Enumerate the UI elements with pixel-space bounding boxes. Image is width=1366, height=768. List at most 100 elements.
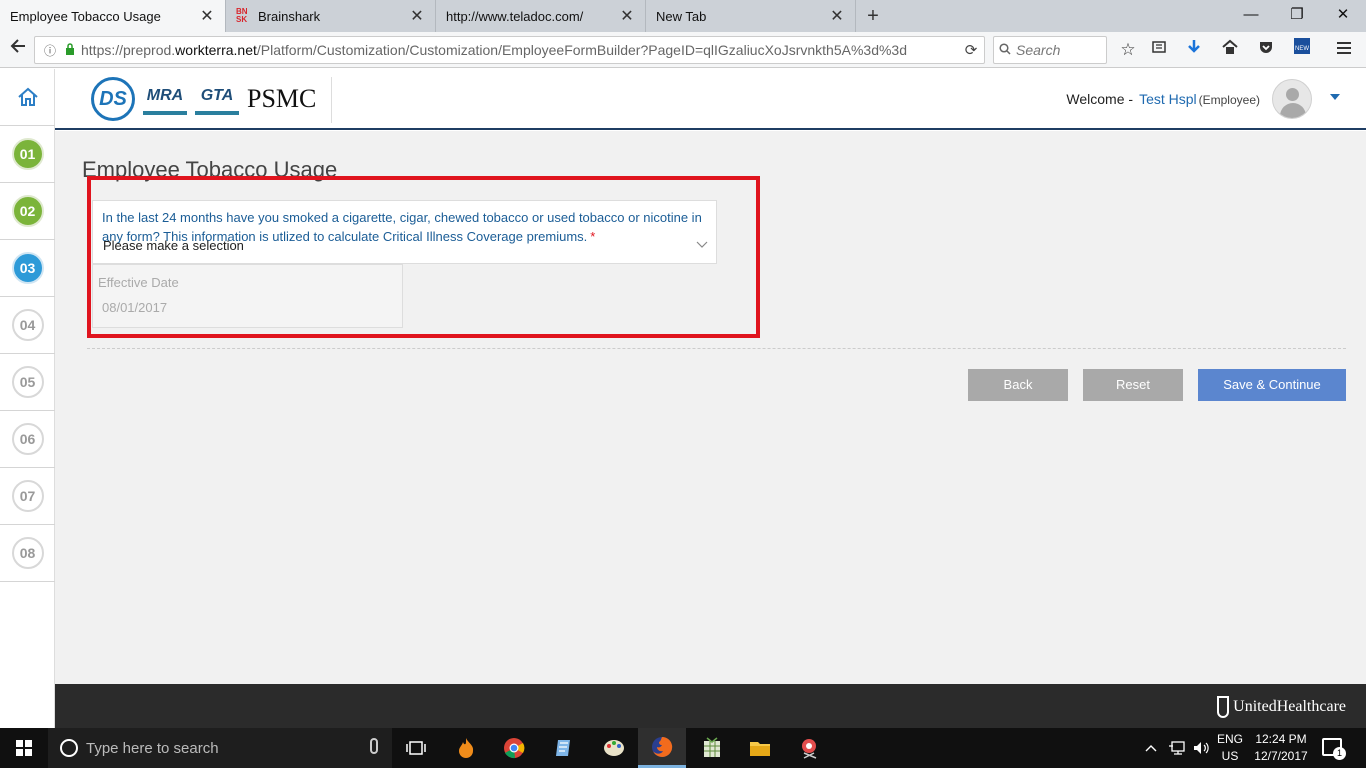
restore-icon[interactable]: ❐ bbox=[1274, 0, 1320, 32]
step-circle: 04 bbox=[11, 309, 44, 341]
step-07[interactable]: 07 bbox=[0, 468, 55, 525]
file-explorer-icon[interactable] bbox=[736, 728, 784, 768]
chevron-down-icon[interactable] bbox=[1330, 94, 1340, 100]
taskbar-search-placeholder: Type here to search bbox=[86, 739, 219, 757]
company-logo: DS MRA GTA PSMC bbox=[91, 75, 316, 123]
back-button[interactable]: Back bbox=[968, 369, 1068, 401]
step-02[interactable]: 02 bbox=[0, 183, 55, 240]
reset-button[interactable]: Reset bbox=[1083, 369, 1183, 401]
home-icon bbox=[17, 87, 38, 106]
close-icon[interactable]: ✕ bbox=[829, 6, 845, 26]
tab-new-tab[interactable]: New Tab ✕ bbox=[646, 0, 856, 32]
minimize-icon[interactable]: — bbox=[1228, 0, 1274, 32]
back-icon[interactable] bbox=[4, 36, 32, 64]
language-code: ENG bbox=[1216, 732, 1243, 746]
search-icon bbox=[994, 42, 1016, 58]
step-05[interactable]: 05 bbox=[0, 354, 55, 411]
url-prefix: https://preprod. bbox=[81, 42, 176, 58]
reader-icon[interactable] bbox=[1145, 36, 1173, 64]
volume-icon[interactable] bbox=[1192, 728, 1210, 768]
download-icon[interactable] bbox=[1180, 36, 1208, 64]
home-button[interactable] bbox=[0, 69, 55, 126]
svg-text:NEW: NEW bbox=[1295, 46, 1309, 52]
step-04[interactable]: 04 bbox=[0, 297, 55, 354]
microphone-icon[interactable] bbox=[370, 738, 378, 754]
step-rail: 01 02 03 04 05 06 07 08 bbox=[0, 69, 55, 728]
close-icon[interactable]: ✕ bbox=[199, 6, 215, 26]
star-icon[interactable]: ☆ bbox=[1114, 36, 1142, 64]
step-circle: 01 bbox=[11, 138, 44, 170]
tab-title: Employee Tobacco Usage bbox=[10, 8, 161, 24]
divider bbox=[87, 348, 1346, 349]
browser-nav-bar: ⓘ https://preprod.workterra.net/Platform… bbox=[0, 32, 1366, 68]
task-view-icon[interactable] bbox=[392, 728, 440, 768]
step-circle: 05 bbox=[11, 366, 44, 398]
clock[interactable]: 12:24 PM 12/7/2017 bbox=[1252, 731, 1310, 765]
step-03[interactable]: 03 bbox=[0, 240, 55, 297]
url-bar[interactable]: ⓘ https://preprod.workterra.net/Platform… bbox=[34, 36, 985, 64]
show-hidden-icons-icon[interactable] bbox=[1145, 728, 1157, 768]
taskbar-search[interactable]: Type here to search bbox=[48, 728, 392, 768]
logo-ds: DS bbox=[91, 77, 135, 121]
uhc-mark-icon bbox=[1217, 696, 1230, 718]
tab-title: New Tab bbox=[656, 8, 707, 24]
menu-icon[interactable] bbox=[1330, 36, 1358, 64]
avatar[interactable] bbox=[1272, 79, 1312, 119]
close-icon[interactable]: ✕ bbox=[619, 6, 635, 26]
spreadsheet-app-icon[interactable] bbox=[688, 728, 736, 768]
tab-employee-tobacco-usage[interactable]: Employee Tobacco Usage ✕ bbox=[0, 0, 226, 32]
save-continue-button[interactable]: Save & Continue bbox=[1198, 369, 1346, 401]
url-text: https://preprod.workterra.net/Platform/C… bbox=[81, 42, 958, 58]
notifications-icon[interactable]: 1 bbox=[1322, 738, 1346, 760]
chrome-icon[interactable] bbox=[490, 728, 538, 768]
brainshark-favicon-icon: BN SK bbox=[236, 7, 248, 24]
step-circle: 03 bbox=[11, 252, 44, 284]
page-header: DS MRA GTA PSMC Welcome - Test Hspl (Emplo… bbox=[55, 69, 1366, 130]
clock-time: 12:24 PM bbox=[1255, 732, 1307, 746]
step-08[interactable]: 08 bbox=[0, 525, 55, 582]
info-icon[interactable]: ⓘ bbox=[41, 42, 59, 59]
region-code: US bbox=[1221, 749, 1239, 763]
firefox-icon[interactable] bbox=[638, 728, 686, 768]
paint-app-icon[interactable] bbox=[590, 728, 638, 768]
extension-icon[interactable]: NEW bbox=[1288, 36, 1316, 64]
url-domain: workterra.net bbox=[175, 42, 257, 58]
tab-title: http://www.teladoc.com/ bbox=[446, 8, 584, 24]
step-06[interactable]: 06 bbox=[0, 411, 55, 468]
reload-icon[interactable]: ⟳ bbox=[958, 41, 984, 59]
browser-search-box[interactable]: Search bbox=[993, 36, 1107, 64]
user-name[interactable]: Test Hspl bbox=[1139, 91, 1197, 107]
notification-badge: 1 bbox=[1333, 747, 1346, 760]
clock-date: 12/7/2017 bbox=[1254, 749, 1308, 763]
step-circle: 02 bbox=[11, 195, 44, 227]
start-button[interactable] bbox=[0, 728, 48, 768]
footer-brand: UnitedHealthcare bbox=[1233, 698, 1346, 715]
notes-app-icon[interactable] bbox=[540, 728, 588, 768]
tab-title: Brainshark bbox=[258, 8, 321, 24]
language-indicator[interactable]: ENG US bbox=[1214, 731, 1246, 765]
welcome-label: Welcome - bbox=[1066, 91, 1134, 107]
welcome-text: Welcome - Test Hspl (Employee) bbox=[1066, 91, 1260, 107]
tab-brainshark[interactable]: BN SK Brainshark ✕ bbox=[226, 0, 436, 32]
lock-icon[interactable] bbox=[63, 42, 77, 58]
page-footer: UnitedHealthcare bbox=[55, 684, 1366, 728]
close-icon[interactable]: ✕ bbox=[409, 6, 425, 26]
home-icon[interactable] bbox=[1216, 36, 1244, 64]
url-path: /Platform/Customization/Customization/Em… bbox=[256, 42, 907, 58]
user-role: (Employee) bbox=[1198, 93, 1260, 107]
step-circle: 07 bbox=[11, 480, 44, 512]
form-content: Employee Tobacco Usage In the last 24 mo… bbox=[55, 131, 1366, 684]
network-icon[interactable] bbox=[1168, 728, 1186, 768]
pocket-icon[interactable] bbox=[1252, 36, 1280, 64]
browser-tab-bar: Employee Tobacco Usage ✕ BN SK Brainshark… bbox=[0, 0, 1366, 32]
new-tab-icon[interactable]: + bbox=[860, 3, 886, 29]
flame-app-icon[interactable] bbox=[442, 728, 490, 768]
logo-psmc: PSMC bbox=[247, 84, 317, 113]
search-icon bbox=[60, 739, 78, 757]
window-close-icon[interactable]: ✕ bbox=[1320, 0, 1366, 32]
unitedhealthcare-logo: UnitedHealthcare bbox=[1217, 696, 1346, 718]
tab-teladoc[interactable]: http://www.teladoc.com/ ✕ bbox=[436, 0, 646, 32]
snipping-tool-icon[interactable] bbox=[786, 728, 834, 768]
step-01[interactable]: 01 bbox=[0, 126, 55, 183]
avatar-body bbox=[1280, 103, 1306, 118]
